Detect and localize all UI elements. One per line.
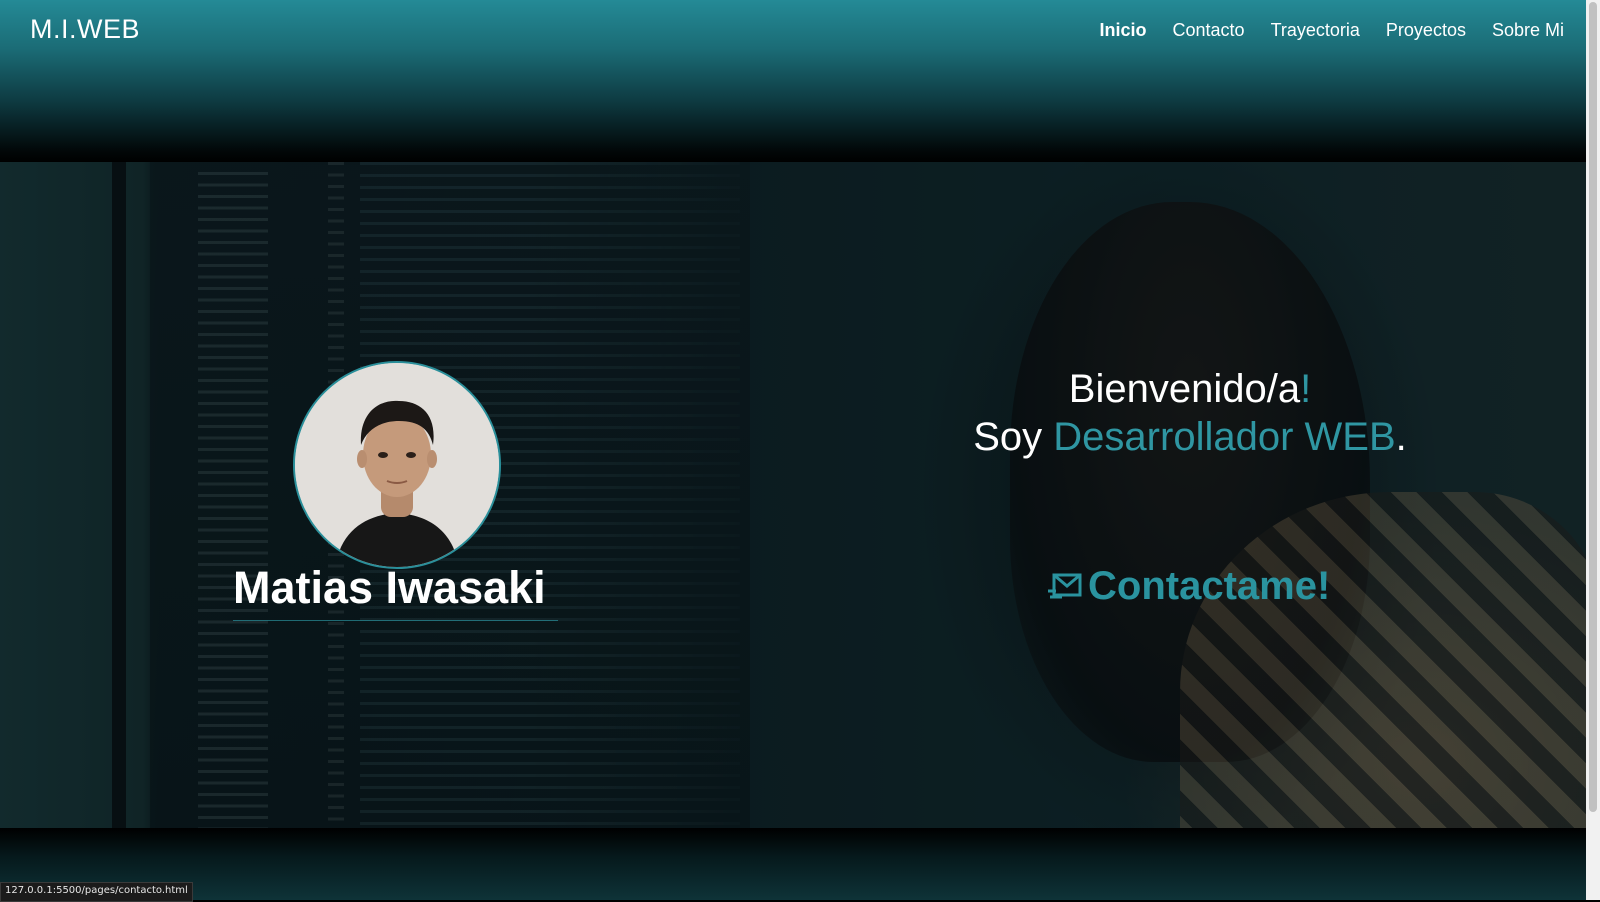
- intro-prefix: Soy: [973, 415, 1054, 459]
- nav-link-proyectos[interactable]: Proyectos: [1386, 20, 1466, 41]
- scrollbar-thumb[interactable]: [1589, 2, 1597, 812]
- mail-icon: [1048, 573, 1082, 598]
- footer-band: [0, 828, 1586, 900]
- hero-section: Matias Iwasaki Bienvenido/a! Soy Desarro…: [0, 162, 1586, 828]
- contact-cta-label: Contactame!: [1088, 564, 1331, 608]
- page-scrollbar[interactable]: [1586, 0, 1600, 900]
- profile-name-underline: [233, 620, 558, 621]
- greeting-exclamation: !: [1300, 367, 1312, 411]
- welcome-message: Bienvenido/a! Soy Desarrollador WEB.: [960, 365, 1420, 461]
- nav-link-inicio[interactable]: Inicio: [1100, 20, 1147, 41]
- contact-cta-button[interactable]: Contactame!: [1048, 564, 1330, 609]
- browser-status-url: 127.0.0.1:5500/pages/contacto.html: [0, 882, 193, 902]
- nav-link-contacto[interactable]: Contacto: [1173, 20, 1245, 41]
- role-text: Desarrollador WEB: [1053, 415, 1396, 459]
- intro-suffix: .: [1395, 415, 1407, 459]
- nav-link-trayectoria[interactable]: Trayectoria: [1271, 20, 1360, 41]
- profile-photo-icon: [295, 363, 499, 567]
- main-nav: Inicio Contacto Trayectoria Proyectos So…: [1100, 20, 1565, 41]
- welcome-line-2: Soy Desarrollador WEB.: [960, 413, 1420, 461]
- hero-dark-overlay: [0, 162, 1586, 828]
- site-header: M.I.WEB Inicio Contacto Trayectoria Proy…: [0, 0, 1586, 162]
- site-logo[interactable]: M.I.WEB: [30, 14, 140, 45]
- greeting-text: Bienvenido/a: [1068, 367, 1301, 411]
- nav-link-sobre-mi[interactable]: Sobre Mi: [1492, 20, 1564, 41]
- profile-name: Matias Iwasaki: [233, 562, 546, 613]
- welcome-line-1: Bienvenido/a!: [960, 365, 1420, 413]
- profile-avatar: [293, 361, 501, 569]
